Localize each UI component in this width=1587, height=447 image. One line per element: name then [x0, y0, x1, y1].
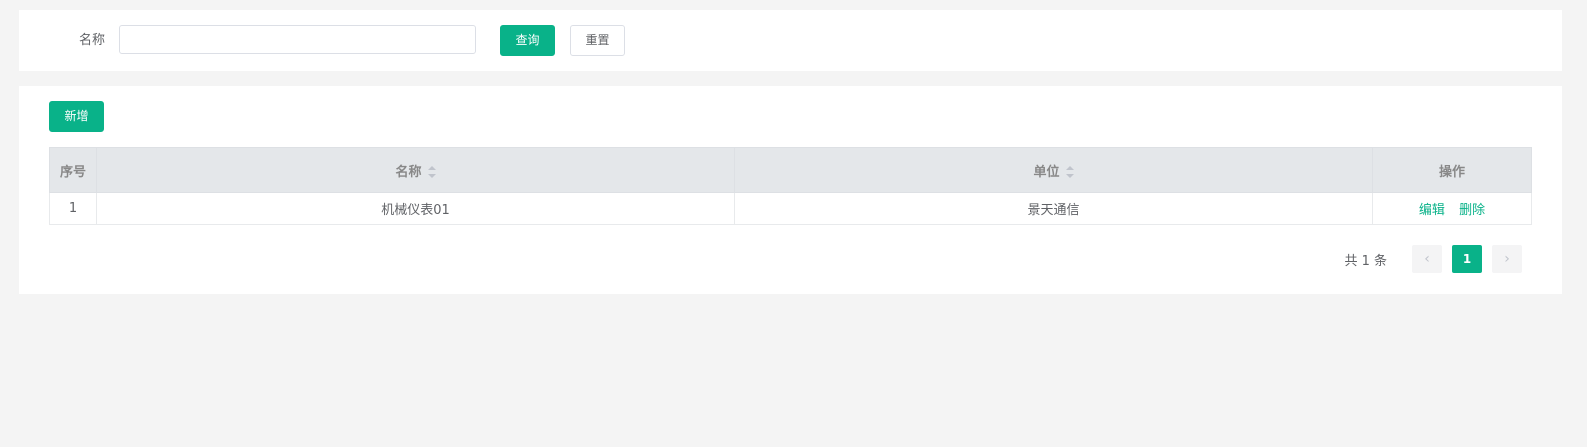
- chevron-right-icon[interactable]: ›: [1492, 245, 1522, 273]
- reset-button[interactable]: 重置: [570, 25, 625, 56]
- page-number-button[interactable]: 1: [1452, 245, 1482, 273]
- data-table: 序号 名称 单位 操作 1 机械仪表01 景天通信 编辑 删除: [49, 147, 1532, 225]
- column-header-unit[interactable]: 单位: [734, 147, 1373, 193]
- cell-unit: 景天通信: [734, 192, 1373, 225]
- table-row: 1 机械仪表01 景天通信 编辑 删除: [49, 192, 1532, 225]
- column-header-index: 序号: [49, 147, 97, 193]
- delete-link[interactable]: 删除: [1459, 203, 1485, 218]
- search-panel: 名称 查询 重置: [19, 10, 1562, 71]
- sort-icon[interactable]: [1065, 166, 1074, 178]
- table-header-row: 序号 名称 单位 操作: [49, 147, 1532, 193]
- cell-actions: 编辑 删除: [1372, 192, 1532, 225]
- cell-index: 1: [49, 192, 97, 225]
- column-header-actions: 操作: [1372, 147, 1532, 193]
- edit-link[interactable]: 编辑: [1419, 203, 1445, 218]
- query-button[interactable]: 查询: [500, 25, 555, 56]
- name-label: 名称: [79, 33, 106, 48]
- column-header-name[interactable]: 名称: [96, 147, 735, 193]
- pagination: 共 1 条 ‹ 1 ›: [1344, 245, 1522, 273]
- table-panel: 新增 序号 名称 单位 操作 1 机械仪表01 景天通信 编辑 删除 共 1 条…: [19, 86, 1562, 294]
- sort-icon[interactable]: [427, 166, 436, 178]
- name-search-input[interactable]: [119, 25, 476, 54]
- pagination-total: 共 1 条: [1344, 253, 1387, 269]
- cell-name: 机械仪表01: [96, 192, 735, 225]
- chevron-left-icon[interactable]: ‹: [1412, 245, 1442, 273]
- add-button[interactable]: 新增: [49, 101, 104, 132]
